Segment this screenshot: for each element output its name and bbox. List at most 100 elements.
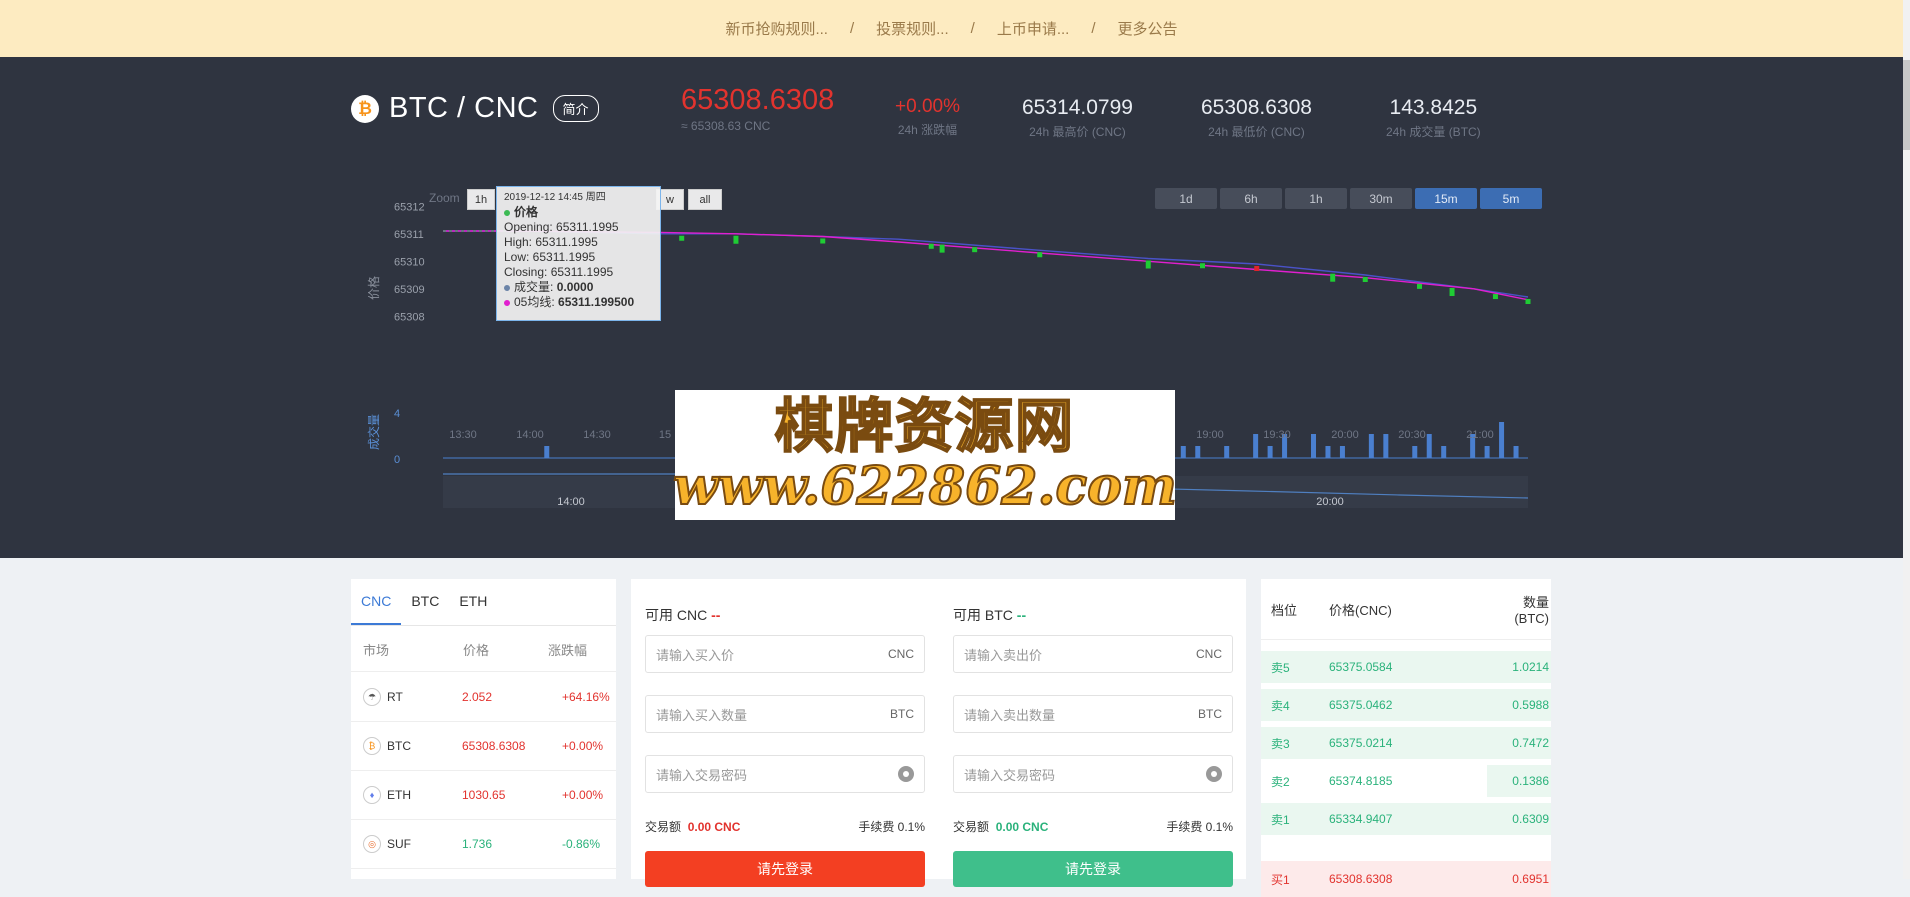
buy-quantity-input[interactable]: 请输入买入数量 BTC — [645, 695, 925, 733]
buy-quantity-placeholder: 请输入买入数量 — [656, 707, 748, 723]
col-market: 市场 — [363, 642, 390, 658]
market-change: +64.16% — [562, 690, 610, 704]
market-row[interactable]: ♦ ETH 1030.65 +0.00% — [351, 771, 616, 820]
trade-panel: 可用 CNC -- 请输入买入价 CNC 请输入买入数量 BTC 请输入交易密码 交… — [631, 579, 1246, 887]
tooltip-low: Low: 65311.1995 — [504, 250, 596, 264]
candle — [1200, 263, 1205, 269]
bitcoin-icon: ₿ — [363, 737, 381, 755]
volume-value: 143.8425 — [1389, 96, 1478, 119]
sell-price-unit: CNC — [1196, 647, 1222, 661]
orderbook-row[interactable]: 卖4 65375.0462 0.5988 — [1261, 687, 1551, 723]
orderbook-row[interactable]: 买1 65308.6308 0.6951 — [1261, 861, 1551, 897]
volume-label: 24h 成交量 (BTC) — [1386, 125, 1481, 139]
orderbook-level: 买1 — [1271, 872, 1290, 887]
orderbook-row[interactable]: 卖5 65375.0584 1.0214 — [1261, 649, 1551, 685]
buy-available-value: -- — [711, 607, 721, 623]
buy-quantity-unit: BTC — [890, 707, 914, 721]
orderbook-price: 65375.0584 — [1329, 660, 1393, 674]
time-tick-label: 19:30 — [1263, 429, 1291, 441]
buy-password-input[interactable]: 请输入交易密码 — [645, 755, 925, 793]
pair-name: BTC / CNC — [389, 92, 539, 124]
sell-quantity-unit: BTC — [1198, 707, 1222, 721]
candle — [733, 235, 739, 244]
sell-available-value: -- — [1016, 607, 1027, 623]
market-price: 2.052 — [462, 690, 493, 704]
volume-tick-label: 0 — [394, 454, 400, 466]
orderbook-price: 65334.9407 — [1329, 812, 1393, 826]
notice-separator: / — [970, 20, 975, 37]
candle — [972, 247, 978, 253]
high-label: 24h 最高价 (CNC) — [1029, 125, 1126, 139]
market-price: 65308.6308 — [462, 739, 526, 753]
y-axis-label: 价格 — [366, 276, 381, 300]
tooltip-ma-value: 65311.199500 — [558, 295, 635, 309]
volume-series-dot — [504, 284, 510, 291]
market-row[interactable]: ₿ BTC 65308.6308 +0.00% — [351, 722, 616, 771]
price-tick-label: 65310 — [394, 256, 425, 268]
scrollbar-thumb[interactable] — [1903, 60, 1910, 150]
candle — [1417, 283, 1422, 289]
tab-btc[interactable]: BTC — [401, 579, 449, 625]
tooltip-series-name: 价格 — [514, 205, 539, 219]
orderbook-row[interactable]: 卖2 65374.8185 0.1386 — [1261, 763, 1551, 799]
notice-link-1[interactable]: 新币抢购规则... — [725, 18, 828, 39]
orderbook-qty: 0.1386 — [1512, 774, 1549, 788]
page-scrollbar[interactable] — [1903, 0, 1910, 879]
volume-bar — [1325, 446, 1331, 458]
candle — [1330, 273, 1336, 282]
sell-password-input[interactable]: 请输入交易密码 — [953, 755, 1233, 793]
notice-link-2[interactable]: 投票规则... — [876, 18, 949, 39]
high-stat: 65314.0799 24h 最高价 (CNC) — [1022, 96, 1133, 140]
market-name: RT — [387, 690, 403, 704]
market-row[interactable]: ◎ SUF 1.736 -0.86% — [351, 820, 616, 869]
volume-bar — [1513, 446, 1519, 458]
time-tick-label: 19:00 — [1196, 429, 1224, 441]
candle — [1037, 252, 1043, 258]
sell-amount-value: 0.00 CNC — [995, 820, 1049, 834]
volume-bar — [544, 446, 550, 458]
market-name: ETH — [387, 788, 411, 802]
tab-eth[interactable]: ETH — [449, 579, 497, 625]
notice-link-3[interactable]: 上币申请... — [997, 18, 1070, 39]
orderbook-qty: 0.6309 — [1512, 812, 1549, 826]
price-tick-label: 65312 — [394, 201, 425, 213]
gear-icon[interactable] — [1206, 766, 1222, 782]
watermark-title: 棋牌资源网 — [774, 392, 1075, 460]
market-change: +0.00% — [562, 739, 604, 753]
sell-price-input[interactable]: 请输入卖出价 CNC — [953, 635, 1233, 673]
buy-login-button[interactable]: 请先登录 — [645, 851, 925, 887]
col-quantity: 数量(BTC) — [1514, 595, 1549, 626]
rt-icon: ☂ — [363, 688, 381, 706]
tab-cnc[interactable]: CNC — [351, 579, 402, 625]
sell-login-button[interactable]: 请先登录 — [953, 851, 1233, 887]
high-value: 65314.0799 — [1022, 96, 1133, 119]
time-tick-label: 20:30 — [1398, 429, 1426, 441]
volume-bar — [1311, 434, 1316, 458]
orderbook-qty: 0.7472 — [1512, 736, 1549, 750]
buy-price-input[interactable]: 请输入买入价 CNC — [645, 635, 925, 673]
watermark-url: www.622862.com — [672, 456, 1178, 517]
orderbook-level: 卖5 — [1271, 660, 1290, 675]
orderbook-qty: 0.5988 — [1512, 698, 1549, 712]
candle — [1492, 294, 1498, 300]
orderbook-row[interactable]: 卖3 65375.0214 0.7472 — [1261, 725, 1551, 761]
volume-bar — [1484, 446, 1490, 458]
intro-button[interactable]: 简介 — [552, 95, 599, 122]
buy-fee: 手续费 0.1% — [858, 820, 925, 834]
market-row[interactable]: ☂ RT 2.052 +64.16% — [351, 673, 616, 722]
tooltip-high: High: 65311.1995 — [504, 235, 598, 249]
candle — [1254, 266, 1260, 271]
gear-icon[interactable] — [898, 766, 914, 782]
volume-bar — [1368, 434, 1374, 458]
orderbook-row[interactable]: 卖1 65334.9407 0.6309 — [1261, 801, 1551, 837]
last-price-cnc: ≈ 65308.63 CNC — [681, 119, 771, 133]
volume-bar — [1180, 446, 1186, 458]
market-tabs: CNC BTC ETH — [351, 579, 616, 626]
sell-quantity-input[interactable]: 请输入卖出数量 BTC — [953, 695, 1233, 733]
tooltip-volume-label: 成交量: — [514, 280, 554, 294]
sell-password-placeholder: 请输入交易密码 — [964, 767, 1056, 783]
notice-separator: / — [849, 20, 855, 37]
notice-link-more[interactable]: 更多公告 — [1118, 18, 1178, 39]
time-tick-label: 13:30 — [449, 429, 477, 441]
change-label: 24h 涨跌幅 — [897, 123, 958, 137]
